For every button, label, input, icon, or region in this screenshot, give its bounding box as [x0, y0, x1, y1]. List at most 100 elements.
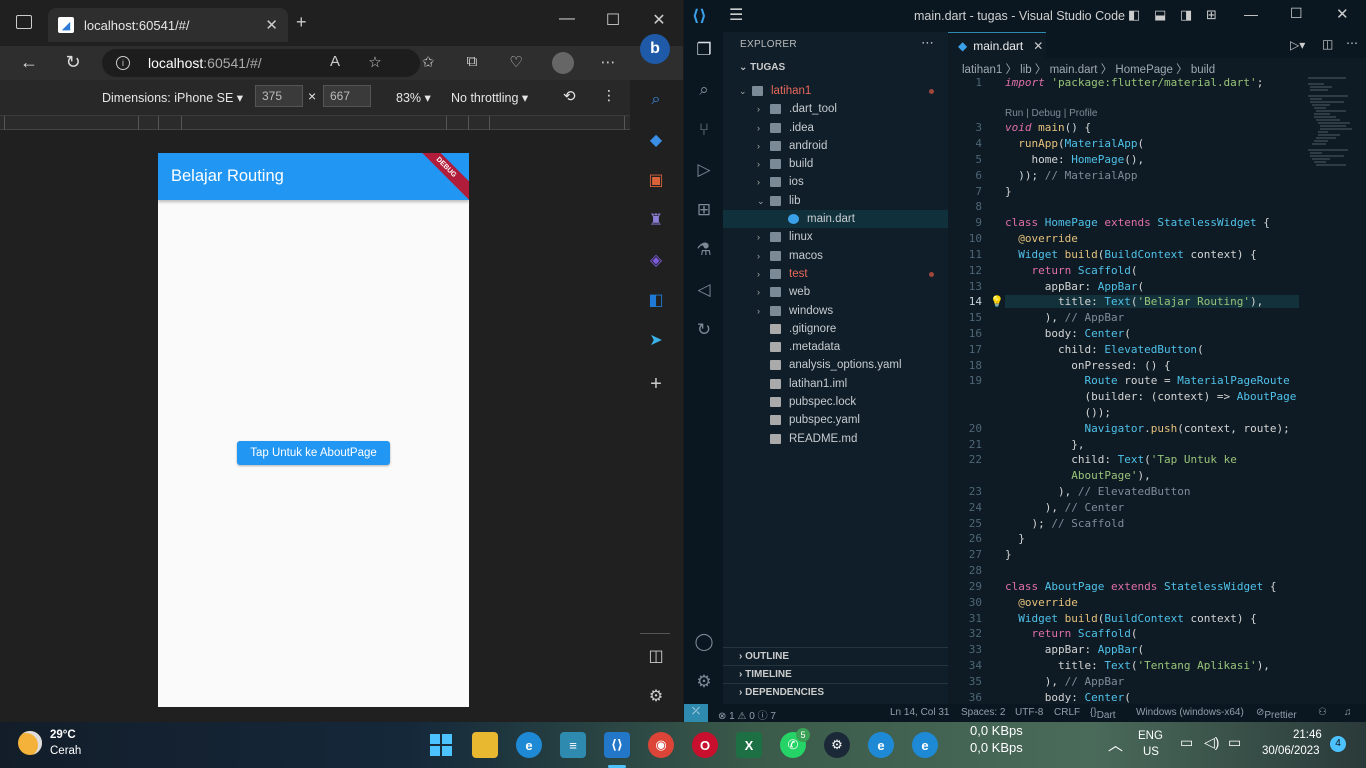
code-line[interactable]: Route route = MaterialPageRoute [1005, 374, 1289, 387]
chevron-right-icon[interactable]: › [757, 119, 760, 137]
explorer-icon[interactable]: ❐ [692, 38, 716, 62]
vs-maximize-icon[interactable]: ☐ [1290, 5, 1303, 22]
minimize-icon[interactable]: — [552, 10, 582, 28]
accounts-icon[interactable]: ◯ [692, 630, 716, 654]
line-ending[interactable]: CRLF [1054, 707, 1080, 718]
chevron-right-icon[interactable]: › [757, 155, 760, 173]
toggle-panel-icon[interactable]: ⬓ [1154, 7, 1166, 23]
vscode-taskbar-icon[interactable]: ⟨⟩ [604, 732, 630, 758]
lightbulb-icon[interactable]: 💡 [990, 295, 1004, 308]
code-line[interactable]: body: Center( [1005, 691, 1131, 704]
search-icon[interactable]: ⌕ [645, 89, 667, 111]
file-explorer-icon[interactable] [472, 732, 498, 758]
start-windows-icon[interactable] [428, 732, 454, 758]
chrome-icon[interactable]: ◉ [648, 732, 674, 758]
extensions-icon[interactable]: ⊞ [692, 198, 716, 222]
code-line[interactable]: child: ElevatedButton( [1005, 343, 1204, 356]
code-line[interactable]: Run | Debug | Profile [1005, 106, 1097, 119]
run-debug-icon[interactable]: ▷ [692, 158, 716, 182]
clock-time[interactable]: 21:46 [1293, 729, 1322, 741]
chevron-down-icon[interactable]: ⌄ [757, 192, 765, 210]
edge-browser-icon[interactable]: e [516, 732, 542, 758]
code-line[interactable]: @override [1005, 596, 1078, 609]
timeline-section[interactable]: › TIMELINE [723, 665, 948, 683]
code-line[interactable]: AboutPage'), [1005, 469, 1150, 482]
code-line[interactable]: child: Text('Tap Untuk ke [1005, 453, 1237, 466]
code-line[interactable]: @override [1005, 232, 1078, 245]
hamburger-menu-icon[interactable]: ☰ [729, 5, 743, 25]
tree-item[interactable]: › ios [723, 173, 948, 191]
code-line[interactable]: ), // AppBar [1005, 675, 1124, 688]
chevron-right-icon[interactable]: › [757, 100, 760, 118]
site-info-icon[interactable]: i [116, 56, 130, 70]
source-control-icon[interactable]: ⑂ [692, 118, 716, 142]
tree-item[interactable]: › linux [723, 228, 948, 246]
language-mode[interactable]: {} Dart [1090, 707, 1116, 721]
notification-count-badge[interactable]: 4 [1330, 736, 1346, 752]
tree-item[interactable]: pubspec.yaml [723, 411, 948, 429]
encoding[interactable]: UTF-8 [1015, 707, 1043, 718]
games-icon[interactable]: ♜ [645, 210, 667, 232]
edge-profile2-icon[interactable]: e [912, 732, 938, 758]
chevron-right-icon[interactable]: › [757, 173, 760, 191]
battery-icon[interactable]: ▭ [1228, 734, 1241, 751]
zoom-dropdown[interactable]: 83% ▾ [396, 90, 431, 105]
code-line[interactable]: }, [1005, 438, 1084, 451]
flutter-icon[interactable]: ◁ [692, 278, 716, 302]
tree-item[interactable]: ⌄ latihan1 [723, 82, 948, 100]
tree-item[interactable]: › macos [723, 247, 948, 265]
collections-icon[interactable]: ⧉ [460, 53, 484, 70]
language-code[interactable]: ENG [1138, 730, 1163, 742]
excel-icon[interactable]: X [736, 732, 762, 758]
tree-item[interactable]: › android [723, 137, 948, 155]
weather-icon[interactable] [18, 731, 42, 755]
tree-item[interactable]: › web [723, 283, 948, 301]
tree-item[interactable]: .metadata [723, 338, 948, 356]
vs-minimize-icon[interactable]: — [1244, 6, 1258, 22]
bing-copilot-icon[interactable]: b [640, 34, 670, 64]
tree-item[interactable]: ⌄ lib [723, 192, 948, 210]
code-line[interactable]: (builder: (context) => AboutPage [1005, 390, 1296, 403]
editor-tab-main-dart[interactable]: ◆ main.dart ✕ [948, 32, 1046, 58]
tree-item[interactable]: › test [723, 265, 948, 283]
send-icon[interactable]: ➤ [645, 330, 667, 352]
dimensions-dropdown[interactable]: Dimensions: iPhone SE ▾ [102, 90, 243, 105]
tree-item[interactable]: README.md [723, 430, 948, 448]
testing-icon[interactable]: ⚗ [692, 238, 716, 262]
tree-item[interactable]: main.dart [723, 210, 948, 229]
code-line[interactable]: ); // Scaffold [1005, 517, 1124, 530]
maximize-icon[interactable]: ☐ [598, 10, 628, 30]
code-line[interactable]: ()); [1005, 406, 1111, 419]
browser-tab[interactable]: ◢ localhost:60541/#/ ✕ [48, 8, 288, 42]
split-editor-icon[interactable]: ◫ [1322, 37, 1333, 51]
search-icon[interactable]: ⌕ [692, 78, 716, 102]
account-status-icon[interactable]: ⚇ [1318, 707, 1327, 718]
region-code[interactable]: US [1143, 746, 1159, 758]
code-line[interactable]: ), // ElevatedButton [1005, 485, 1190, 498]
code-line[interactable]: ), // AppBar [1005, 311, 1124, 324]
volume-icon[interactable]: ◁) [1204, 734, 1219, 751]
code-line[interactable]: home: HomePage(), [1005, 153, 1144, 166]
code-line[interactable]: void main() { [1005, 121, 1091, 134]
code-line[interactable]: class HomePage extends StatelessWidget { [1005, 216, 1270, 229]
settings-gear-icon[interactable]: ⚙ [645, 686, 667, 708]
browser-essentials-icon[interactable]: ♡ [504, 53, 528, 71]
tree-item[interactable]: latihan1.iml [723, 375, 948, 393]
minimap[interactable] [1306, 76, 1356, 206]
tree-item[interactable]: analysis_options.yaml [723, 356, 948, 374]
remote-explorer-icon[interactable]: ↻ [692, 318, 716, 342]
manage-gear-icon[interactable]: ⚙ [692, 670, 716, 694]
opera-icon[interactable]: O [692, 732, 718, 758]
code-line[interactable]: Widget build(BuildContext context) { [1005, 248, 1256, 261]
shopping-tag-icon[interactable]: ◆ [645, 130, 667, 152]
notepad-icon[interactable]: ≡ [560, 732, 586, 758]
microsoft365-icon[interactable]: ◈ [645, 250, 667, 272]
close-editor-tab-icon[interactable]: ✕ [1033, 39, 1043, 53]
workspace-section[interactable]: ⌄ TUGAS [723, 59, 948, 77]
explorer-more-icon[interactable]: ⋯ [921, 35, 934, 51]
chevron-right-icon[interactable]: › [757, 283, 760, 301]
more-menu-icon[interactable]: ⋯ [596, 53, 620, 71]
tools-icon[interactable]: ▣ [645, 170, 667, 192]
problems-counter[interactable]: ⊗ 1 ⚠ 0 ⓘ 7 [718, 707, 776, 722]
toggle-secondary-sidebar-icon[interactable]: ◨ [1180, 7, 1192, 23]
